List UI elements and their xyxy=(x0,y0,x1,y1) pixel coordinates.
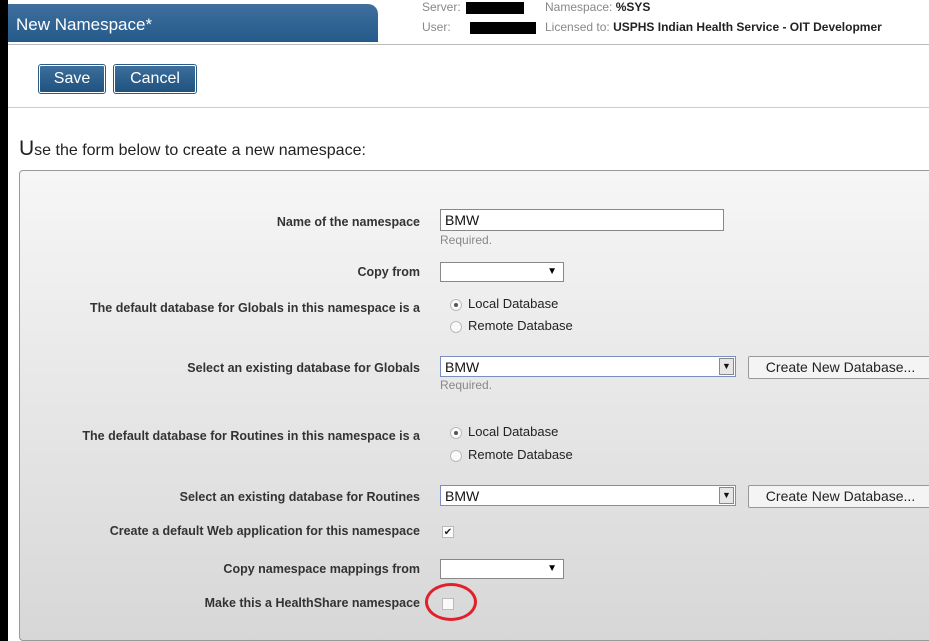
mappings-label: Copy namespace mappings from xyxy=(223,562,420,576)
system-info: Server: User: Namespace: %SYS Licensed t… xyxy=(378,0,929,44)
web-app-checkbox[interactable]: ✔ xyxy=(442,526,454,538)
globals-database-combo[interactable]: BMW ▼ xyxy=(440,356,736,377)
chevron-down-icon[interactable]: ▼ xyxy=(719,487,734,504)
globals-database-value: BMW xyxy=(445,359,480,375)
license-info: Licensed to: USPHS Indian Health Service… xyxy=(545,20,882,34)
namespace-name-input[interactable]: BMW xyxy=(440,209,724,231)
namespace-value: %SYS xyxy=(615,0,651,14)
healthshare-label: Make this a HealthShare namespace xyxy=(204,596,420,610)
intro-initial: U xyxy=(19,137,35,160)
radio-selected-icon xyxy=(450,298,462,311)
header-divider xyxy=(8,44,929,45)
routines-database-combo[interactable]: BMW ▼ xyxy=(440,485,736,506)
globals-default-label: The default database for Globals in this… xyxy=(90,301,420,315)
globals-select-label: Select an existing database for Globals xyxy=(187,361,420,375)
copy-from-select[interactable]: ▼ xyxy=(440,262,564,282)
routines-local-radio[interactable]: Local Database xyxy=(450,424,558,439)
user-info: User: xyxy=(422,20,537,34)
globals-local-radio[interactable]: Local Database xyxy=(450,296,558,311)
check-icon: ✔ xyxy=(443,527,453,538)
chevron-down-icon: ▼ xyxy=(547,266,557,277)
globals-remote-label: Remote Database xyxy=(468,318,573,333)
create-globals-database-button[interactable]: Create New Database... xyxy=(748,356,929,379)
create-routines-database-button[interactable]: Create New Database... xyxy=(748,485,929,508)
chevron-down-icon[interactable]: ▼ xyxy=(719,358,734,375)
routines-remote-label: Remote Database xyxy=(468,447,573,462)
namespace-info: Namespace: %SYS xyxy=(545,0,650,14)
mappings-select[interactable]: ▼ xyxy=(440,559,564,579)
web-app-label: Create a default Web application for thi… xyxy=(109,524,420,538)
routines-database-value: BMW xyxy=(445,488,480,504)
toolbar-divider xyxy=(8,107,929,108)
form-intro: Use the form below to create a new names… xyxy=(19,137,366,161)
radio-icon xyxy=(450,320,462,333)
user-label: User: xyxy=(422,20,451,34)
cancel-button[interactable]: Cancel xyxy=(113,64,197,94)
page: New Namespace* Server: User: Namespace: … xyxy=(8,0,929,641)
copy-from-label: Copy from xyxy=(357,265,421,279)
namespace-form: Name of the namespace BMW Required. Copy… xyxy=(19,170,929,641)
licensed-label: Licensed to: xyxy=(545,20,610,34)
redacted-server xyxy=(466,1,525,14)
chevron-down-icon: ▼ xyxy=(547,563,557,574)
red-circle-annotation xyxy=(425,583,477,621)
name-label: Name of the namespace xyxy=(276,215,420,229)
intro-text: se the form below to create a new namesp… xyxy=(34,142,366,159)
redacted-user xyxy=(470,21,537,34)
server-label: Server: xyxy=(422,0,461,14)
namespace-label: Namespace: xyxy=(545,0,613,14)
name-required: Required. xyxy=(440,233,493,247)
radio-icon xyxy=(450,449,462,462)
routines-select-label: Select an existing database for Routines xyxy=(179,490,420,504)
globals-required: Required. xyxy=(440,378,493,392)
globals-remote-radio[interactable]: Remote Database xyxy=(450,318,573,333)
globals-local-label: Local Database xyxy=(468,296,559,311)
routines-local-label: Local Database xyxy=(468,424,559,439)
routines-default-label: The default database for Routines in thi… xyxy=(82,429,420,443)
radio-selected-icon xyxy=(450,426,462,439)
page-title: New Namespace* xyxy=(8,4,378,42)
routines-remote-radio[interactable]: Remote Database xyxy=(450,447,573,462)
save-button[interactable]: Save xyxy=(38,64,106,94)
server-info: Server: xyxy=(422,0,525,14)
licensed-value: USPHS Indian Health Service - OIT Develo… xyxy=(613,20,882,34)
